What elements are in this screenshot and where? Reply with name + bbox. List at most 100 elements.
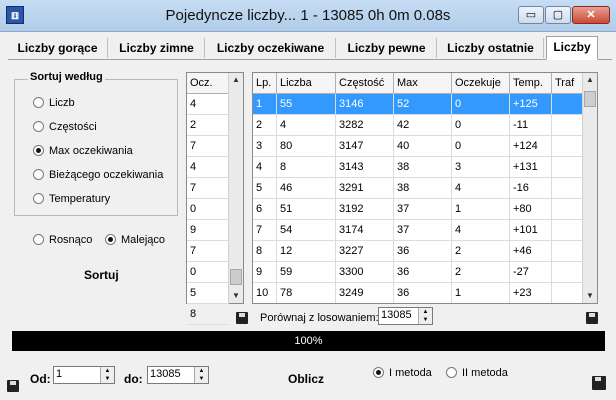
from-value[interactable]: 1 [56,368,62,380]
compute-button[interactable]: Oblicz [288,372,324,386]
table-cell: 3300 [336,262,394,283]
save-left-icon[interactable] [7,380,19,392]
table-cell: 7 [253,220,277,241]
close-button[interactable]: ✕ [572,6,610,24]
list-item[interactable]: 0 [187,199,229,220]
sort-by-temperature-radio[interactable]: Temperatury [33,192,110,206]
table-cell: 38 [394,157,452,178]
expectation-list[interactable]: Ocz. 4 2 7 4 7 0 9 7 0 5 8 ▲ ▼ [186,72,244,325]
table-row[interactable]: 10 78 3249 36 1 +23 [253,283,583,303]
column-header-czestosc[interactable]: Częstość [336,73,394,94]
table-cell [552,94,583,115]
tab-liczby[interactable]: Liczby [546,36,598,60]
spinner-arrows-icon[interactable]: ▲ ▼ [100,367,114,383]
radio-label: Liczb [49,97,75,109]
progress-bar: 100% [12,331,605,351]
table-cell: 3249 [336,283,394,303]
spinner-arrows-icon[interactable]: ▲ ▼ [418,308,432,324]
minimize-button[interactable]: ▭ [518,6,544,24]
sort-by-number-radio[interactable]: Liczb [33,96,75,110]
save-occ-icon[interactable] [236,312,248,324]
sort-by-max-wait-radio[interactable]: Max oczekiwania [33,144,133,158]
list-item[interactable]: 7 [187,136,229,157]
expectation-scrollbar[interactable]: ▲ ▼ [228,73,243,303]
sort-button[interactable]: Sortuj [84,268,119,282]
table-cell: 1 [253,94,277,115]
list-item[interactable]: 9 [187,220,229,241]
column-header-liczba[interactable]: Liczba [277,73,336,94]
save-right-icon[interactable] [592,376,606,390]
sort-by-frequency-radio[interactable]: Częstości [33,120,97,134]
table-row[interactable]: 7 54 3174 37 4 +101 [253,220,583,241]
table-cell: 4 [452,178,510,199]
scroll-thumb[interactable] [584,91,596,107]
tab-liczby-zimne[interactable]: Liczby zimne [109,38,205,58]
tab-liczby-gorace[interactable]: Liczby gorące [8,38,108,58]
method-two-radio[interactable]: II metoda [446,366,508,380]
table-row[interactable]: 9 59 3300 36 2 -27 [253,262,583,283]
tab-liczby-ostatnie[interactable]: Liczby ostatnie [438,38,544,58]
scroll-up-icon[interactable]: ▲ [229,73,243,87]
table-cell: +125 [510,94,552,115]
table-row[interactable]: 3 80 3147 40 0 +124 [253,136,583,157]
scroll-down-icon[interactable]: ▼ [229,289,243,303]
list-item[interactable]: 8 [187,304,229,325]
list-item[interactable]: 4 [187,157,229,178]
from-spinner[interactable]: 1 ▲ ▼ [53,366,115,384]
table-cell: 3147 [336,136,394,157]
list-item[interactable]: 2 [187,115,229,136]
table-row[interactable]: 2 4 3282 42 0 -11 [253,115,583,136]
table-row[interactable]: 8 12 3227 36 2 +46 [253,241,583,262]
column-header-traf[interactable]: Traf [552,73,583,94]
table-cell: 2 [452,241,510,262]
method-one-radio[interactable]: I metoda [373,366,432,380]
list-item[interactable]: 7 [187,241,229,262]
table-row[interactable]: 6 51 3192 37 1 +80 [253,199,583,220]
ascending-radio[interactable]: Rosnąco [33,233,92,247]
table-cell: +101 [510,220,552,241]
to-spinner[interactable]: 13085 ▲ ▼ [147,366,209,384]
save-results-icon[interactable] [586,312,598,324]
scroll-up-icon[interactable]: ▲ [583,73,597,87]
tab-liczby-oczekiwane[interactable]: Liczby oczekiwane [206,38,336,58]
table-cell: 6 [253,199,277,220]
table-cell: 1 [452,199,510,220]
column-header-max[interactable]: Max [394,73,452,94]
column-header-oczekuje[interactable]: Oczekuje [452,73,510,94]
scroll-thumb[interactable] [230,269,242,285]
table-cell: -27 [510,262,552,283]
radio-label: Rosnąco [49,234,93,246]
column-header-temp[interactable]: Temp. [510,73,552,94]
sort-by-current-wait-radio[interactable]: Bieżącego oczekiwania [33,168,163,182]
compare-draw-value[interactable]: 13085 [381,309,412,321]
radio-circle-icon [33,233,44,245]
table-cell: -16 [510,178,552,199]
column-header-lp[interactable]: Lp. [253,73,277,94]
table-cell: +124 [510,136,552,157]
compare-draw-spinner[interactable]: 13085 ▲ ▼ [378,307,433,325]
list-item[interactable]: 7 [187,178,229,199]
spinner-arrows-icon[interactable]: ▲ ▼ [194,367,208,383]
table-cell: 2 [253,115,277,136]
table-row[interactable]: 1 55 3146 52 0 +125 [253,94,583,115]
list-item[interactable]: 5 [187,283,229,304]
table-cell: 4 [452,220,510,241]
table-row[interactable]: 4 8 3143 38 3 +131 [253,157,583,178]
list-item[interactable]: 4 [187,94,229,115]
table-cell: 36 [394,241,452,262]
radio-label: I metoda [389,367,432,379]
results-table[interactable]: Lp. Liczba Częstość Max Oczekuje Temp. T… [252,72,598,304]
table-cell: +131 [510,157,552,178]
scroll-down-icon[interactable]: ▼ [583,289,597,303]
descending-radio[interactable]: Malejąco [105,233,165,247]
to-value[interactable]: 13085 [150,368,181,380]
table-cell: 5 [253,178,277,199]
list-item[interactable]: 0 [187,262,229,283]
results-scrollbar[interactable]: ▲ ▼ [582,73,597,303]
table-row[interactable]: 5 46 3291 38 4 -16 [253,178,583,199]
title-bar: ⚅ Pojedyncze liczby... 1 - 13085 0h 0m 0… [0,0,616,32]
maximize-button[interactable]: ▢ [545,6,571,24]
tab-liczby-pewne[interactable]: Liczby pewne [337,38,437,58]
radio-label: Bieżącego oczekiwania [49,169,164,181]
table-cell [552,136,583,157]
